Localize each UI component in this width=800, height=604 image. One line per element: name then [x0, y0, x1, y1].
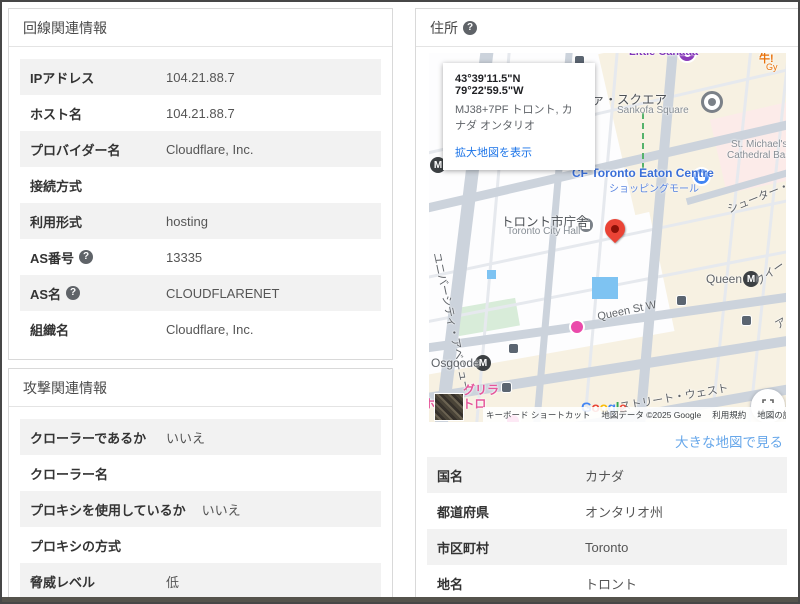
map-label-sankofa-en: Sankofa Square — [617, 105, 689, 116]
footer-bar — [2, 597, 798, 602]
table-row: ホスト名 104.21.88.7 — [20, 95, 381, 131]
map-label-osgoode: Osgoode — [431, 356, 480, 370]
table-row: プロバイダー名 Cloudflare, Inc. — [20, 131, 381, 167]
satellite-toggle-thumbnail[interactable] — [434, 393, 464, 421]
view-larger-map-link[interactable]: 拡大地図を表示 — [455, 144, 583, 160]
map-label-st-michaels: St. Michael's — [731, 139, 786, 150]
row-value: 13335 — [166, 249, 203, 265]
row-label: プロキシを使用しているか — [30, 502, 186, 518]
table-row: プロキシの方式 — [20, 527, 381, 563]
table-row: 地名 トロント — [427, 565, 787, 601]
google-map[interactable]: M M M Little Canada 牛! Gy サンコファ・スクエア San… — [429, 53, 786, 422]
row-value: 低 — [166, 574, 180, 590]
table-row: AS名? CLOUDFLARENET — [20, 275, 381, 311]
help-icon[interactable]: ? — [66, 286, 81, 300]
row-label: クローラーであるか — [30, 430, 147, 446]
map-pool — [487, 270, 496, 279]
row-label: 脅威レベル — [30, 574, 96, 590]
view-larger-map-external-link[interactable]: 大きな地図で見る — [416, 422, 798, 457]
address-title: 住所 — [430, 19, 458, 36]
plus-code: MJ38+7PF トロント, カナダ オンタリオ — [455, 104, 573, 132]
poi-pink-icon[interactable] — [569, 319, 585, 335]
row-label: AS番号 — [30, 250, 75, 266]
row-label: 市区町村 — [437, 540, 490, 556]
address-table: 国名 カナダ 都道府県 オンタリオ州 市区町村 Toronto 地名 トロント — [416, 457, 798, 602]
row-label: プロバイダー名 — [30, 142, 121, 158]
row-label: 都道府県 — [437, 504, 490, 520]
row-value: Cloudflare, Inc. — [166, 321, 254, 337]
table-row: プロキシを使用しているか いいえ — [20, 491, 381, 527]
line-info-card: 回線関連情報 IPアドレス 104.21.88.7 ホスト名 104.21.88.7… — [8, 8, 393, 360]
row-value: 104.21.88.7 — [166, 69, 235, 85]
row-label: 国名 — [437, 468, 464, 484]
row-value: カナダ — [585, 468, 625, 484]
row-label: 地名 — [437, 576, 464, 592]
table-row: 市区町村 Toronto — [427, 529, 787, 565]
table-row: AS番号? 13335 — [20, 239, 381, 275]
map-path — [642, 113, 644, 169]
bus-stop-icon — [741, 315, 752, 326]
table-row: 利用形式 hosting — [20, 203, 381, 239]
attack-info-card: 攻撃関連情報 クローラーであるか いいえ クローラー名 プロキシを使用しているかい… — [8, 368, 393, 602]
bus-stop-icon — [508, 343, 519, 354]
map-attribution: キーボード ショートカット 地図データ ©2025 Google 利用規約 地図… — [483, 407, 786, 422]
help-icon[interactable]: ? — [79, 250, 94, 264]
table-row: 都道府県 オンタリオ州 — [427, 493, 787, 529]
table-row: 組織名 Cloudflare, Inc. — [20, 311, 381, 347]
coordinates: 43°39'11.5"N 79°22'59.5"W — [455, 73, 524, 97]
map-label-eaton-sub: ショッピングモール — [609, 184, 699, 195]
row-value: いいえ — [166, 430, 206, 446]
row-value: CLOUDFLARENET — [166, 285, 280, 301]
row-label: 接続方式 — [30, 178, 83, 194]
row-value: トロント — [585, 576, 638, 592]
map-pool — [592, 277, 618, 299]
map-label-queen-station: Queen — [706, 272, 743, 286]
page: 回線関連情報 IPアドレス 104.21.88.7 ホスト名 104.21.88.7… — [0, 0, 800, 604]
map-data-text: 地図データ ©2025 Google — [601, 409, 702, 420]
row-label: IPアドレス — [30, 70, 95, 86]
terms-link[interactable]: 利用規約 — [712, 409, 746, 421]
map-info-window: 43°39'11.5"N 79°22'59.5"W MJ38+7PF トロント,… — [443, 63, 595, 170]
row-value: hosting — [166, 213, 208, 229]
bus-stop-icon — [676, 295, 687, 306]
map-label-st-michaels-2: Cathedral Basilica — [727, 150, 786, 161]
table-row: 接続方式 — [20, 167, 381, 203]
row-value: 104.21.88.7 — [166, 105, 235, 121]
help-icon[interactable]: ? — [463, 20, 477, 35]
row-value: Cloudflare, Inc. — [166, 141, 254, 157]
table-row: IPアドレス 104.21.88.7 — [20, 59, 381, 95]
row-label: ホスト名 — [30, 106, 83, 122]
report-error-link[interactable]: 地図の誤りを報告する — [757, 409, 786, 421]
row-value: Toronto — [585, 539, 629, 555]
line-info-title: 回線関連情報 — [9, 9, 392, 47]
map-label-little-canada: Little Canada — [629, 53, 698, 58]
table-row: クローラーであるか いいえ — [20, 419, 381, 455]
line-info-table: IPアドレス 104.21.88.7 ホスト名 104.21.88.7 プロバイダー… — [9, 47, 392, 359]
map-label-beef-en: Gy — [766, 62, 778, 72]
row-label: プロキシの方式 — [30, 538, 122, 554]
map-label-city-hall-en: Toronto City Hall — [507, 226, 581, 237]
row-value: オンタリオ州 — [585, 504, 664, 520]
row-label: 利用形式 — [30, 214, 83, 230]
sankofa-pin-icon[interactable] — [701, 91, 723, 113]
attack-info-table: クローラーであるか いいえ クローラー名 プロキシを使用しているか いいえ プロキシ… — [9, 407, 392, 602]
attack-info-title: 攻撃関連情報 — [9, 369, 392, 407]
address-card: 住所 ? M M M 牛! Gy サンコファ・スクエア Sankofa Squa… — [415, 8, 798, 602]
keyboard-shortcuts-button[interactable]: キーボード ショートカット — [486, 409, 590, 421]
row-value: いいえ — [201, 502, 241, 518]
row-label: クローラー名 — [30, 466, 109, 482]
table-row: クローラー名 — [20, 455, 381, 491]
bus-stop-icon — [501, 382, 512, 393]
row-label: 組織名 — [30, 322, 70, 338]
table-row: 国名 カナダ — [427, 457, 787, 493]
table-row: 脅威レベル 低 — [20, 563, 381, 599]
row-label: AS名 — [30, 286, 62, 302]
